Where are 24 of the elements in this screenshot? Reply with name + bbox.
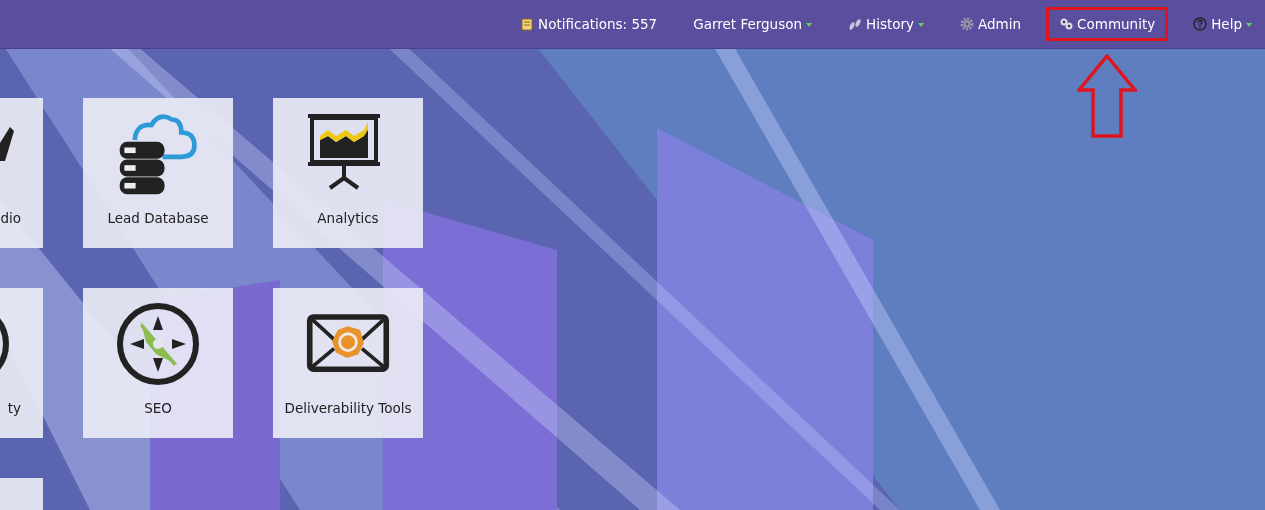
tile-label: Deliverability Tools <box>284 400 412 416</box>
app-tile[interactable]: SEO <box>83 288 233 438</box>
nav-link[interactable]: History <box>837 7 936 41</box>
app-tile[interactable]: dio <box>0 98 43 248</box>
app-tile[interactable]: Deliverability Tools <box>273 288 423 438</box>
compass-icon <box>116 302 200 386</box>
nav-link[interactable]: Admin <box>949 7 1033 41</box>
nav-link[interactable]: Garret Ferguson <box>682 7 823 41</box>
tile-label: dio <box>0 210 22 226</box>
gear-icon <box>960 17 975 31</box>
checkmark-icon <box>0 127 14 161</box>
tile-label: Lead Database <box>107 210 209 226</box>
app-tile[interactable]: ty <box>0 288 43 438</box>
notebook-icon <box>520 17 535 31</box>
app-tile[interactable]: Analytics <box>273 98 423 248</box>
tile-label: Analytics <box>317 210 379 226</box>
footprints-icon <box>848 17 862 31</box>
tile-label: SEO <box>144 400 172 416</box>
help-icon <box>1193 17 1208 31</box>
nav-link[interactable]: Notifications: 557 <box>509 7 669 41</box>
people-icon <box>1059 17 1074 31</box>
app-tile[interactable]: Lead Database <box>83 98 233 248</box>
tile-label: ty <box>7 400 22 416</box>
nav-link[interactable]: Help <box>1182 7 1263 41</box>
